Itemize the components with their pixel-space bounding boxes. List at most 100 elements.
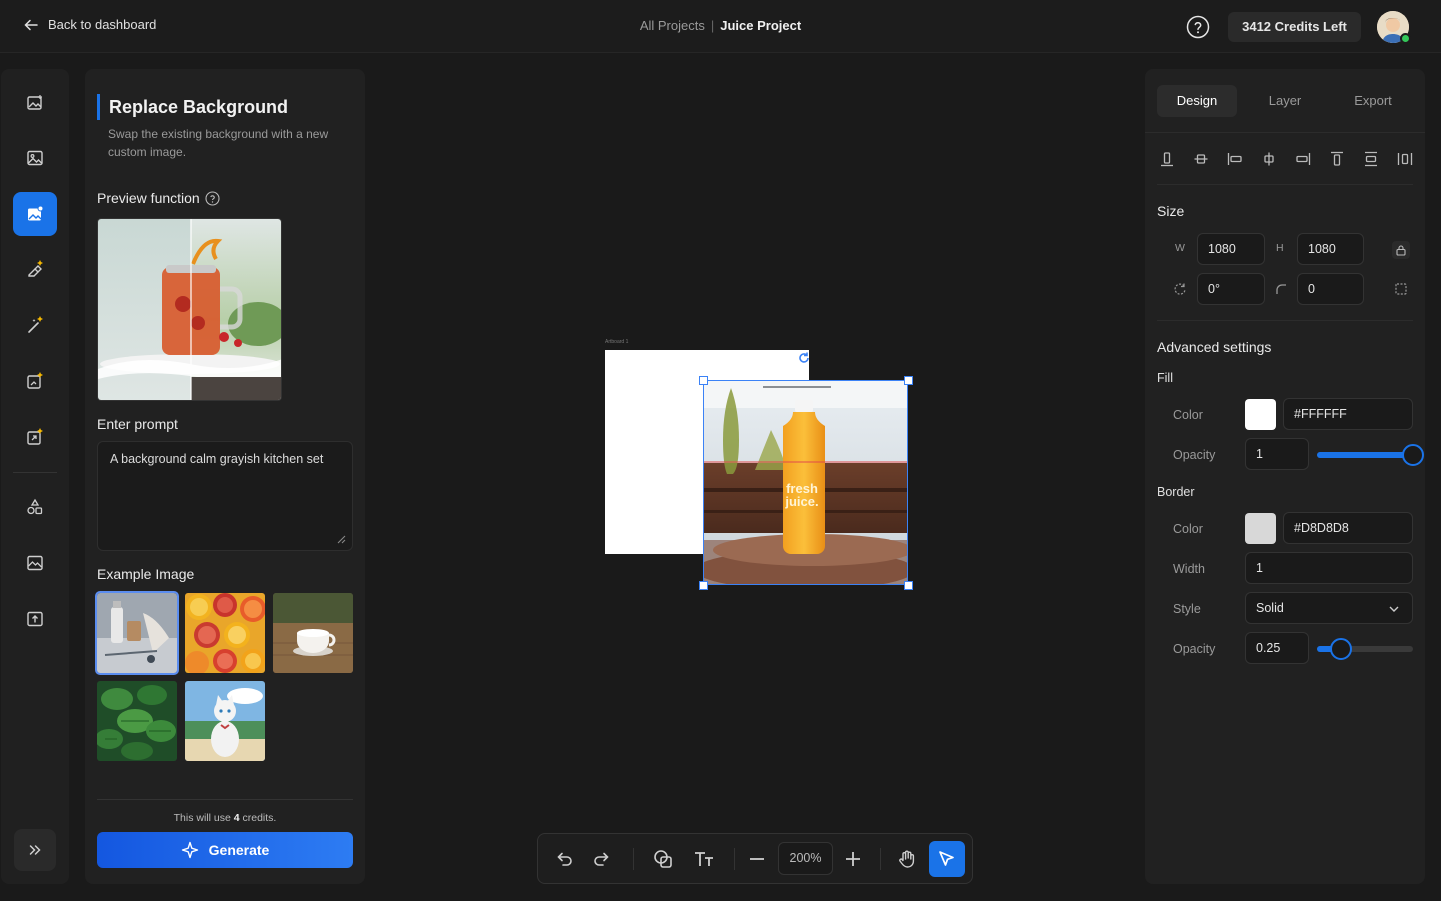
width-label: W: [1175, 242, 1185, 254]
border-width-input[interactable]: 1: [1245, 552, 1413, 584]
zoom-out-button[interactable]: [742, 844, 772, 874]
panel-title: Replace Background: [97, 94, 288, 120]
hand-icon: [899, 850, 915, 868]
toolbar-divider: [734, 848, 735, 870]
align-horizontal-center-icon[interactable]: [1259, 149, 1279, 169]
online-status-dot: [1400, 33, 1411, 44]
rail-gallery-button[interactable]: [13, 541, 57, 585]
zoom-in-button[interactable]: [838, 844, 868, 874]
rail-magic-fill-button[interactable]: [13, 247, 57, 291]
replace-background-icon: [28, 205, 44, 221]
example-image-desk[interactable]: [95, 591, 179, 675]
breadcrumb: All Projects | Juice Project: [639, 18, 802, 33]
canvas-toolbar: 200%: [537, 833, 973, 884]
fill-color-input[interactable]: #FFFFFF: [1283, 398, 1413, 430]
tab-design[interactable]: Design: [1157, 85, 1237, 117]
generate-button[interactable]: Generate: [97, 832, 353, 868]
border-color-swatch[interactable]: [1245, 513, 1276, 544]
distribute-vertical-icon[interactable]: [1361, 149, 1381, 169]
border-opacity-input[interactable]: 0.25: [1245, 632, 1309, 664]
credit-note-suffix: credits.: [239, 812, 277, 824]
rail-upload-button[interactable]: [13, 597, 57, 641]
fill-opacity-label: Opacity: [1173, 448, 1216, 462]
align-right-icon[interactable]: [1293, 149, 1313, 169]
rotate-handle-icon[interactable]: [797, 351, 811, 365]
rail-upscale-button[interactable]: [13, 415, 57, 459]
rail-shapes-button[interactable]: [13, 485, 57, 529]
undo-button[interactable]: [549, 844, 579, 874]
select-tool-button[interactable]: [929, 841, 965, 877]
fill-opacity-slider-knob[interactable]: [1402, 444, 1424, 466]
independent-corners-icon[interactable]: [1393, 281, 1409, 297]
resize-handle-bottom-right[interactable]: [904, 581, 913, 590]
width-input[interactable]: 1080: [1197, 233, 1265, 265]
rail-enhance-button[interactable]: [13, 359, 57, 403]
height-label: H: [1276, 242, 1284, 254]
upscale-icon: [27, 428, 43, 445]
shapes-icon: [27, 498, 43, 515]
lock-aspect-icon[interactable]: [1392, 241, 1410, 259]
plus-icon: [846, 852, 860, 866]
rail-generate-image-button[interactable]: [13, 81, 57, 125]
product-label-line2: juice.: [784, 494, 818, 509]
image-sparkle-icon: [27, 95, 42, 110]
rail-image-button[interactable]: [13, 136, 57, 180]
border-style-select[interactable]: Solid: [1245, 592, 1413, 624]
zoom-level-input[interactable]: 200%: [778, 842, 833, 875]
rail-divider: [13, 472, 57, 473]
tab-layer[interactable]: Layer: [1245, 85, 1325, 117]
resize-handle-icon[interactable]: [336, 534, 346, 544]
fill-opacity-slider[interactable]: [1317, 444, 1424, 466]
help-icon[interactable]: [205, 190, 220, 206]
border-opacity-label: Opacity: [1173, 642, 1216, 656]
example-image-citrus[interactable]: [185, 593, 265, 673]
align-divider: [1157, 184, 1413, 185]
corner-radius-icon: [1273, 281, 1289, 297]
align-vertical-center-icon[interactable]: [1191, 149, 1211, 169]
size-heading: Size: [1157, 203, 1185, 219]
tab-export[interactable]: Export: [1333, 85, 1413, 117]
align-left-icon[interactable]: [1225, 149, 1245, 169]
fill-opacity-input[interactable]: 1: [1245, 438, 1309, 470]
example-image-mint-leaves[interactable]: [97, 681, 177, 761]
breadcrumb-all-projects[interactable]: All Projects: [640, 18, 705, 33]
resize-handle-top-left[interactable]: [699, 376, 708, 385]
border-opacity-slider-knob[interactable]: [1330, 638, 1352, 660]
rail-replace-background-button[interactable]: [13, 192, 57, 236]
height-input[interactable]: 1080: [1297, 233, 1364, 265]
example-image-coffee-cup[interactable]: [273, 593, 353, 673]
preview-image: [97, 218, 282, 401]
product-image-layer[interactable]: fresh juice.: [703, 380, 908, 585]
redo-button[interactable]: [587, 844, 617, 874]
fill-color-swatch[interactable]: [1245, 399, 1276, 430]
properties-tabs: Design Layer Export: [1157, 85, 1413, 117]
toolbar-divider: [633, 848, 634, 870]
hand-tool-button[interactable]: [892, 844, 922, 874]
sparkle-icon: [181, 841, 198, 859]
size-divider: [1157, 320, 1413, 321]
properties-panel: Design Layer Export Size W 1080 H 1080 0…: [1145, 69, 1425, 884]
help-icon[interactable]: [1186, 15, 1210, 39]
fill-opacity-slider-fill: [1317, 452, 1413, 458]
expand-sidebar-button[interactable]: [14, 829, 56, 871]
rotation-input[interactable]: 0°: [1197, 273, 1265, 305]
border-style-label: Style: [1173, 602, 1201, 616]
rail-magic-wand-button[interactable]: [13, 303, 57, 347]
corner-radius-input[interactable]: 0: [1297, 273, 1364, 305]
minus-icon: [750, 858, 764, 860]
fill-color-label: Color: [1173, 408, 1203, 422]
shapes-tool-button[interactable]: [648, 844, 678, 874]
border-opacity-slider[interactable]: [1317, 638, 1413, 660]
prompt-textarea[interactable]: A background calm grayish kitchen set: [97, 441, 353, 551]
resize-handle-bottom-left[interactable]: [699, 581, 708, 590]
distribute-horizontal-icon[interactable]: [1395, 149, 1415, 169]
border-color-input[interactable]: #D8D8D8: [1283, 512, 1413, 544]
example-image-cartoon-cat[interactable]: [185, 681, 265, 761]
align-top-icon[interactable]: [1327, 149, 1347, 169]
credits-badge[interactable]: 3412 Credits Left: [1228, 12, 1361, 42]
resize-handle-top-right[interactable]: [904, 376, 913, 385]
align-bottom-icon[interactable]: [1157, 149, 1177, 169]
text-tool-button[interactable]: [689, 844, 719, 874]
preview-heading-label: Preview function: [97, 190, 200, 206]
advanced-settings-heading: Advanced settings: [1157, 339, 1272, 355]
